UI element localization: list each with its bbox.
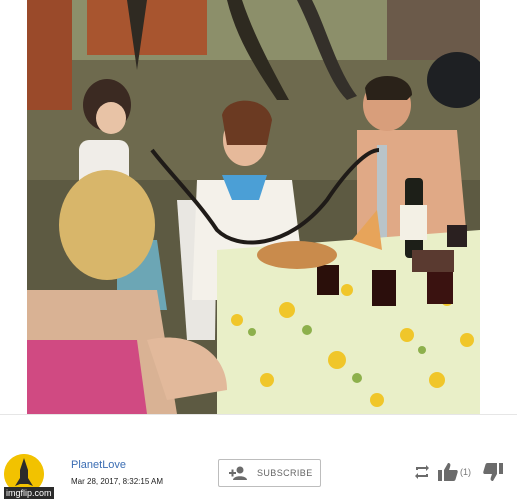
subscribe-button[interactable]: SUBSCRIBE — [218, 459, 321, 487]
thumbs-up-icon[interactable] — [438, 462, 458, 486]
username-link[interactable]: PlanetLove — [71, 459, 126, 471]
add-user-icon — [228, 466, 248, 485]
repost-icon[interactable] — [413, 464, 431, 485]
post-image[interactable] — [27, 0, 480, 414]
thumbs-down-icon[interactable] — [483, 463, 503, 487]
photo-margin-left — [0, 0, 27, 414]
like-count: (1) — [460, 467, 471, 477]
post-footer — [0, 414, 517, 501]
photo-margin-right — [480, 0, 517, 414]
photo-frame — [0, 0, 517, 414]
subscribe-label: SUBSCRIBE — [257, 468, 313, 478]
post-image-drawing — [27, 0, 480, 414]
site-watermark: imgflip.com — [4, 487, 54, 499]
post-timestamp: Mar 28, 2017, 8:32:15 AM — [71, 477, 164, 486]
